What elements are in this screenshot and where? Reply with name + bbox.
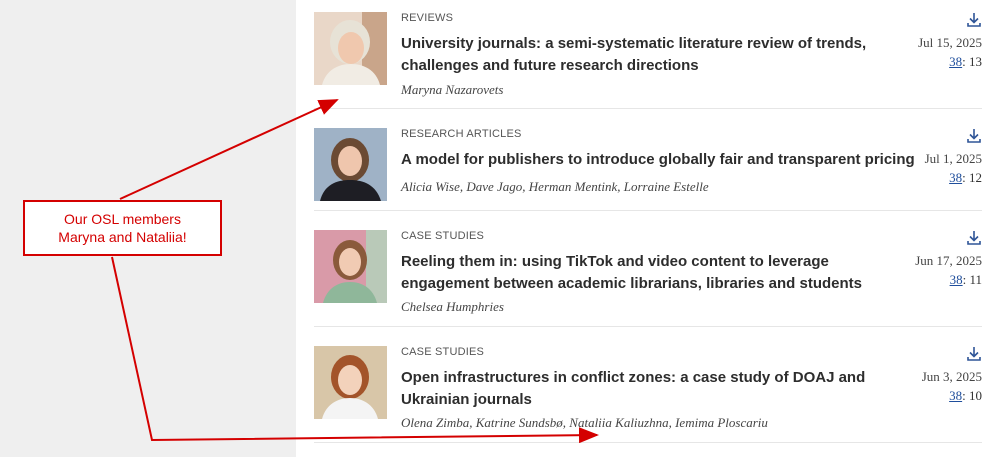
article-title-link[interactable]: University journals: a semi-systematic l… [401,33,901,77]
callout-line-1: Our OSL members [64,211,181,227]
issue-number: : 11 [962,272,982,287]
article-meta: Jun 3, 2025 38: 10 [892,346,982,404]
issue-reference: 38: 12 [892,170,982,186]
issue-reference: 38: 10 [892,388,982,404]
publish-date: Jun 3, 2025 [921,369,982,384]
download-icon[interactable] [966,12,982,28]
article-title-link[interactable]: Reeling them in: using TikTok and video … [401,251,901,295]
download-icon[interactable] [966,230,982,246]
volume-link[interactable]: 38 [949,388,962,403]
author-photo[interactable] [314,128,387,201]
article-meta: Jul 1, 2025 38: 12 [892,128,982,186]
article-title-link[interactable]: Open infrastructures in conflict zones: … [401,367,901,411]
article-item: RESEARCH ARTICLES A model for publishers… [314,128,982,211]
publish-date: Jun 17, 2025 [915,253,982,268]
article-section-label: REVIEWS [401,12,454,24]
article-meta: Jun 17, 2025 38: 11 [892,230,982,288]
issue-number: : 13 [962,54,982,69]
publish-date: Jul 15, 2025 [918,35,982,50]
issue-reference: 38: 11 [892,272,982,288]
author-photo[interactable] [314,12,387,85]
publish-date: Jul 1, 2025 [924,151,982,166]
issue-number: : 12 [962,170,982,185]
author-photo[interactable] [314,346,387,419]
issue-number: : 10 [962,388,982,403]
article-authors: Maryna Nazarovets [401,82,504,97]
article-authors: Alicia Wise, Dave Jago, Herman Mentink, … [401,179,709,194]
article-section-label: CASE STUDIES [401,230,485,242]
article-section-label: RESEARCH ARTICLES [401,128,522,140]
article-authors: Chelsea Humphries [401,299,504,314]
callout-line-2: Maryna and Nataliia! [58,229,187,245]
annotation-callout: Our OSL members Maryna and Nataliia! [23,200,222,256]
volume-link[interactable]: 38 [949,54,962,69]
article-item: CASE STUDIES Reeling them in: using TikT… [314,230,982,327]
article-item: REVIEWS University journals: a semi-syst… [314,12,982,109]
volume-link[interactable]: 38 [949,170,962,185]
article-item: CASE STUDIES Open infrastructures in con… [314,346,982,443]
article-authors: Olena Zimba, Katrine Sundsbø, Nataliia K… [401,415,768,430]
issue-reference: 38: 13 [892,54,982,70]
article-section-label: CASE STUDIES [401,346,485,358]
article-meta: Jul 15, 2025 38: 13 [892,12,982,70]
download-icon[interactable] [966,346,982,362]
volume-link[interactable]: 38 [950,272,963,287]
author-photo[interactable] [314,230,387,303]
article-title-link[interactable]: A model for publishers to introduce glob… [401,149,921,171]
download-icon[interactable] [966,128,982,144]
